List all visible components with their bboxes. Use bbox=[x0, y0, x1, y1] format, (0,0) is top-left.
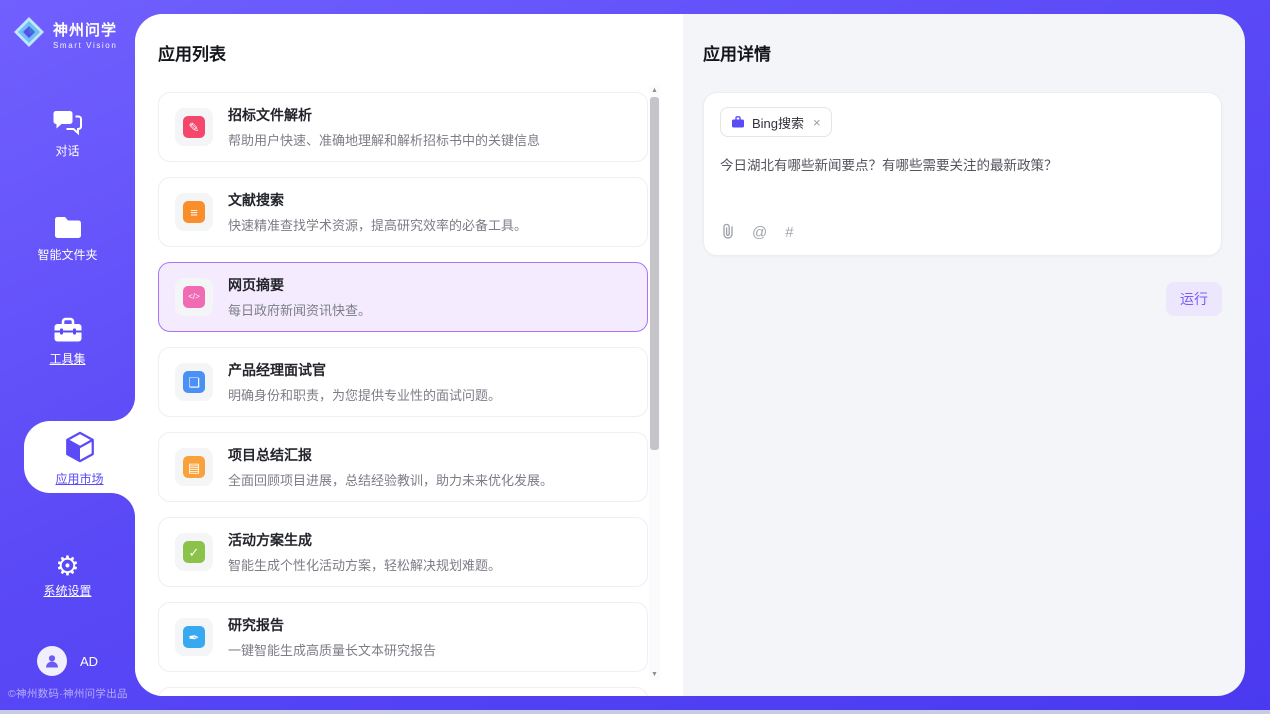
chat-icon bbox=[53, 108, 83, 139]
app-list: ✎ 招标文件解析 帮助用户快速、准确地理解和解析招标书中的关键信息 ≡ 文献搜索… bbox=[158, 92, 648, 696]
app-card-title: 文献搜索 bbox=[228, 190, 527, 210]
toolbox-icon bbox=[52, 317, 84, 347]
notch-curve-top bbox=[111, 397, 135, 421]
sidebar-nav: 对话 智能文件夹 bbox=[0, 109, 135, 653]
sidebar-item-label: 智能文件夹 bbox=[37, 249, 97, 261]
run-button[interactable]: 运行 bbox=[1166, 282, 1222, 316]
window-bottom-edge bbox=[0, 710, 1270, 714]
app-list-panel: 应用列表 ✎ 招标文件解析 帮助用户快速、准确地理解和解析招标书中的关键信息 ≡… bbox=[135, 14, 683, 696]
brand: 神州问学 Smart Vision bbox=[0, 0, 135, 53]
app-card[interactable]: ✓ 活动方案生成 智能生成个性化活动方案，轻松解决规划难题。 bbox=[158, 517, 648, 587]
app-card-title: 产品经理面试官 bbox=[228, 360, 501, 380]
app-window: 神州问学 Smart Vision 对话 bbox=[0, 0, 1270, 714]
gear-icon: ⚙ bbox=[55, 553, 79, 579]
tool-tag-label: Bing搜索 bbox=[752, 113, 804, 132]
folder-icon bbox=[53, 215, 83, 243]
content-area: 应用列表 ✎ 招标文件解析 帮助用户快速、准确地理解和解析招标书中的关键信息 ≡… bbox=[135, 14, 1245, 696]
app-card-desc: 每日政府新闻资讯快查。 bbox=[228, 300, 371, 319]
pen-square-icon: ✎ bbox=[175, 108, 213, 146]
sidebar-item-chat[interactable]: 对话 bbox=[0, 109, 135, 157]
app-detail-title: 应用详情 bbox=[703, 40, 1222, 65]
sidebar-item-settings[interactable]: ⚙ 系统设置 bbox=[0, 549, 135, 597]
app-card-title: 活动方案生成 bbox=[228, 530, 501, 550]
mention-icon[interactable]: @ bbox=[752, 225, 767, 240]
notch-curve-bottom bbox=[111, 493, 135, 517]
sidebar: 神州问学 Smart Vision 对话 bbox=[0, 0, 135, 710]
app-card[interactable]: ✎ 招标文件解析 帮助用户快速、准确地理解和解析招标书中的关键信息 bbox=[158, 92, 648, 162]
clipboard-check-icon: ✓ bbox=[175, 533, 213, 571]
book-icon: ≡ bbox=[175, 193, 213, 231]
app-card-selected[interactable]: </> 网页摘要 每日政府新闻资讯快查。 bbox=[158, 262, 648, 332]
close-icon[interactable]: × bbox=[813, 115, 821, 130]
prompt-toolbar: @ # bbox=[721, 223, 794, 242]
app-card-title: 招标文件解析 bbox=[228, 105, 540, 125]
tool-tag-bing-search[interactable]: Bing搜索 × bbox=[720, 107, 832, 137]
sidebar-item-app-market[interactable]: 应用市场 bbox=[24, 421, 135, 493]
app-card-desc: 全面回顾项目进展，总结经验教训，助力未来优化发展。 bbox=[228, 470, 553, 489]
scrollbar[interactable]: ▲ ▼ bbox=[649, 85, 660, 680]
app-card-desc: 智能生成个性化活动方案，轻松解决规划难题。 bbox=[228, 555, 501, 574]
sidebar-item-smart-folder[interactable]: 智能文件夹 bbox=[0, 213, 135, 261]
paperclip-icon[interactable] bbox=[721, 223, 734, 242]
cube-icon bbox=[63, 430, 97, 467]
report-note-icon: ▤ bbox=[175, 448, 213, 486]
app-card[interactable]: ✒ 研究报告 一键智能生成高质量长文本研究报告 bbox=[158, 602, 648, 672]
sidebar-item-label: 工具集 bbox=[49, 353, 85, 365]
app-card[interactable]: ≡ 文献搜索 快速精准查找学术资源，提高研究效率的必备工具。 bbox=[158, 177, 648, 247]
topic-hash-icon[interactable]: # bbox=[785, 225, 793, 240]
resume-icon: ❏ bbox=[175, 363, 213, 401]
scrollbar-up-arrow[interactable]: ▲ bbox=[649, 87, 660, 94]
app-card-desc: 帮助用户快速、准确地理解和解析招标书中的关键信息 bbox=[228, 130, 540, 149]
prompt-card: Bing搜索 × 今日湖北有哪些新闻要点？有哪些需要关注的最新政策？ @ # bbox=[703, 92, 1222, 256]
app-card[interactable]: ▤ 项目总结汇报 全面回顾项目进展，总结经验教训，助力未来优化发展。 bbox=[158, 432, 648, 502]
app-list-title: 应用列表 bbox=[158, 40, 683, 65]
app-card-desc: 快速精准查找学术资源，提高研究效率的必备工具。 bbox=[228, 215, 527, 234]
app-card-title: 研究报告 bbox=[228, 615, 436, 635]
sidebar-item-toolset[interactable]: 工具集 bbox=[0, 317, 135, 365]
app-card-desc: 明确身份和职责，为您提供专业性的面试问题。 bbox=[228, 385, 501, 404]
run-row: 运行 bbox=[703, 282, 1222, 316]
prompt-input[interactable]: 今日湖北有哪些新闻要点？有哪些需要关注的最新政策？ bbox=[720, 156, 1205, 176]
user-initials: AD bbox=[80, 654, 98, 669]
app-detail-panel: 应用详情 Bing搜索 × 今日湖北有哪些新闻要点？有哪些需要关注的最新政策？ bbox=[683, 14, 1245, 696]
person-icon bbox=[44, 653, 60, 669]
sidebar-item-label: 系统设置 bbox=[43, 585, 91, 597]
app-card-title: 网页摘要 bbox=[228, 275, 371, 295]
ink-pen-icon: ✒ bbox=[175, 618, 213, 656]
brand-name: 神州问学 bbox=[53, 19, 117, 40]
sidebar-item-label: 对话 bbox=[55, 145, 79, 157]
briefcase-icon bbox=[731, 115, 745, 129]
diamond-logo-icon bbox=[13, 16, 45, 53]
avatar[interactable] bbox=[37, 646, 67, 676]
brand-subtitle: Smart Vision bbox=[53, 41, 117, 50]
app-card[interactable]: ▥ 教案生成 模板驱动，教案秒成，教学准备从此轻松快捷 bbox=[158, 687, 648, 696]
app-card[interactable]: ❏ 产品经理面试官 明确身份和职责，为您提供专业性的面试问题。 bbox=[158, 347, 648, 417]
webpage-code-icon: </> bbox=[175, 278, 213, 316]
user-account[interactable]: AD bbox=[0, 646, 135, 676]
scrollbar-down-arrow[interactable]: ▼ bbox=[649, 671, 660, 678]
sidebar-item-label: 应用市场 bbox=[55, 473, 103, 485]
sidebar-footer: ©神州数码·神州问学出品 bbox=[8, 686, 128, 701]
app-card-desc: 一键智能生成高质量长文本研究报告 bbox=[228, 640, 436, 659]
scrollbar-thumb[interactable] bbox=[650, 97, 659, 450]
app-card-title: 项目总结汇报 bbox=[228, 445, 553, 465]
